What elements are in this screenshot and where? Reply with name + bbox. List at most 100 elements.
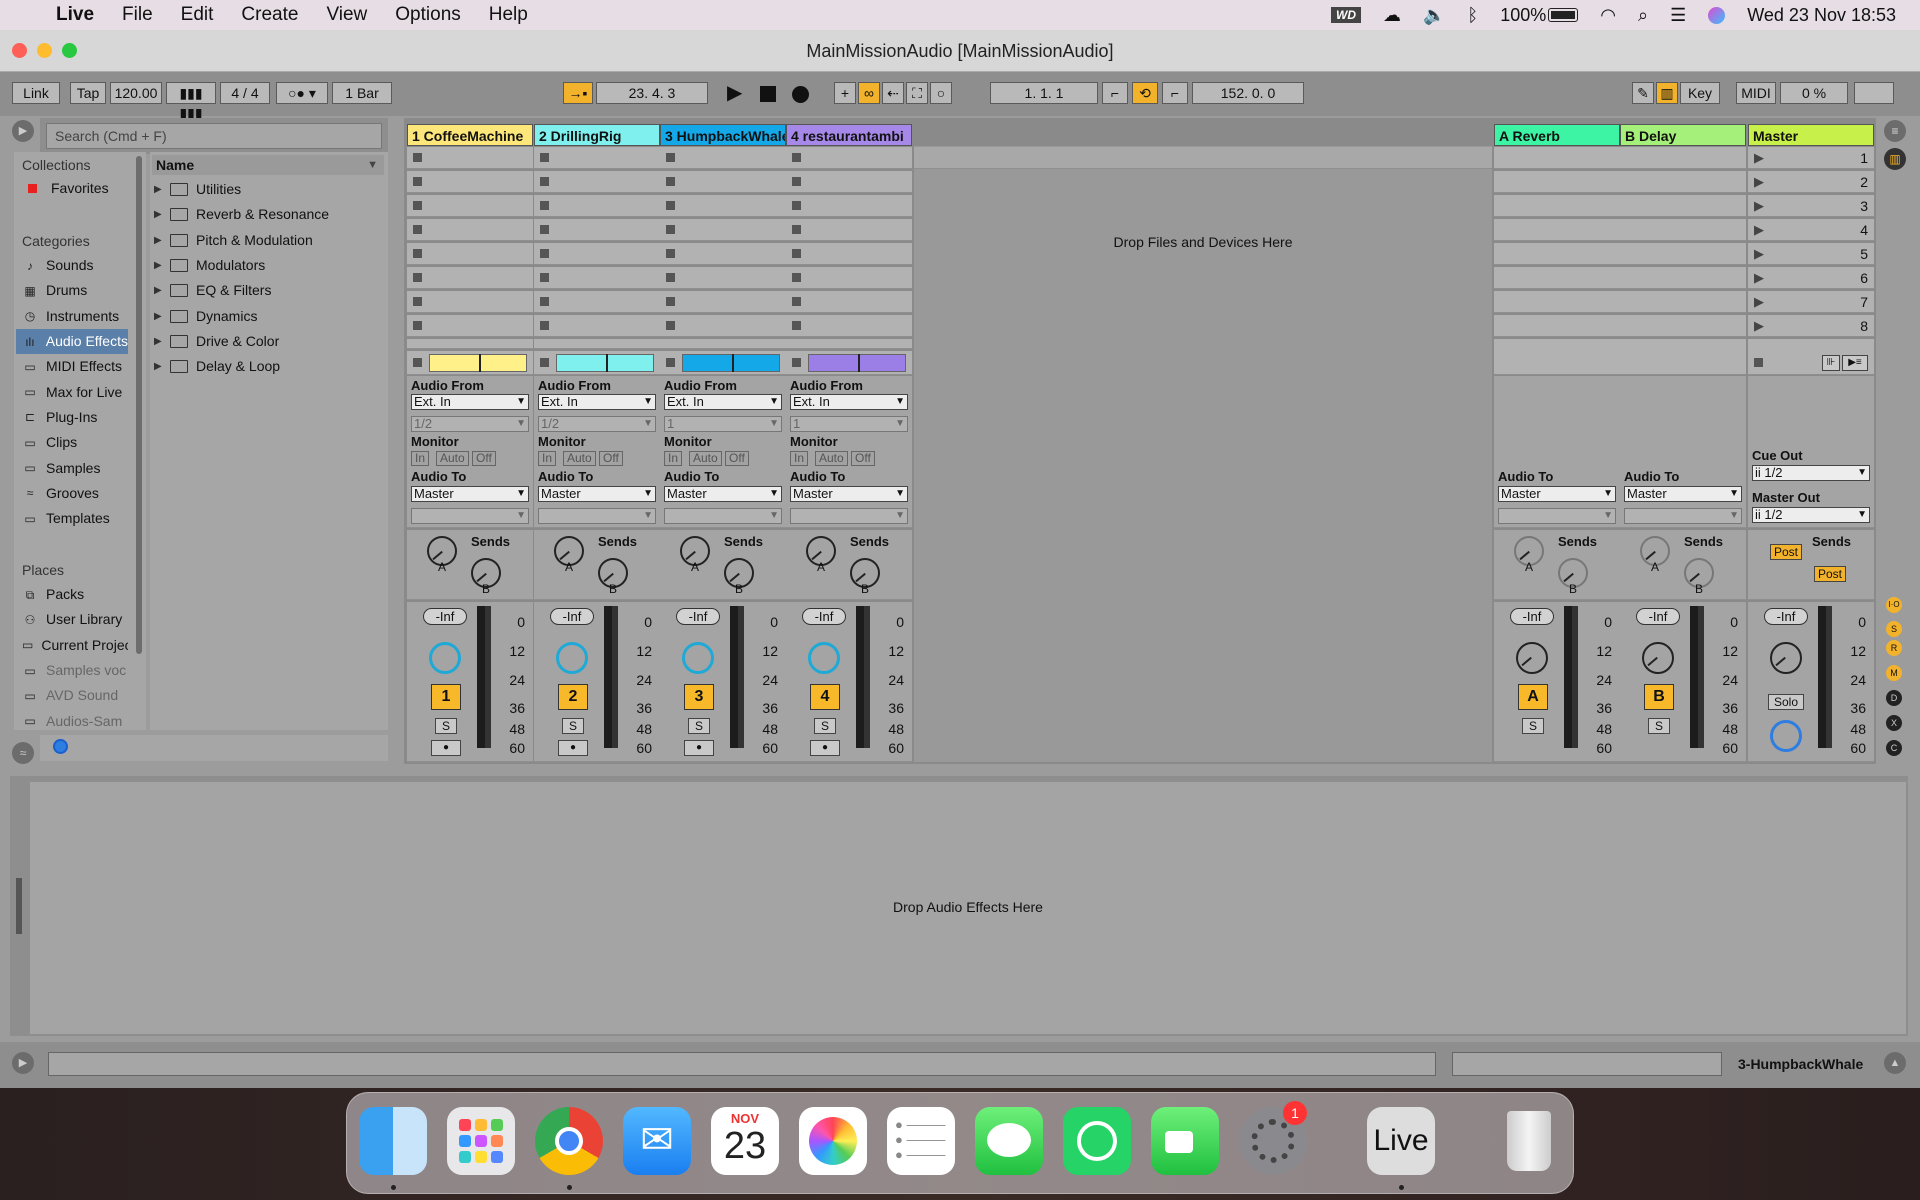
clip-stop-icon[interactable] xyxy=(792,225,801,234)
cue-volume-knob[interactable] xyxy=(1770,720,1802,752)
expand-arrow-icon[interactable]: ▶ xyxy=(154,177,164,202)
master-track-header[interactable]: Master xyxy=(1748,124,1874,146)
post-button-b[interactable]: Post xyxy=(1814,566,1846,582)
clip-stop-icon[interactable] xyxy=(666,225,675,234)
place-item[interactable]: ▭ AVD Sound xyxy=(16,683,128,708)
clip-slot[interactable] xyxy=(534,267,660,289)
clip-stop-icon[interactable] xyxy=(413,273,422,282)
clip-stop-icon[interactable] xyxy=(540,249,549,258)
clip-slot[interactable] xyxy=(407,315,533,337)
sends-icon[interactable]: S xyxy=(1886,621,1902,637)
clip-slot[interactable] xyxy=(786,267,912,289)
clip-slot[interactable] xyxy=(534,315,660,337)
clip-slot[interactable] xyxy=(660,195,786,217)
key-map-button[interactable]: ▥ xyxy=(1656,82,1678,104)
clip-stop-icon[interactable] xyxy=(792,249,801,258)
scene-launch-icon[interactable]: ▶ xyxy=(1754,222,1764,238)
output-channel-select[interactable] xyxy=(1498,508,1616,524)
output-channel-select[interactable] xyxy=(790,508,908,524)
clip-slot[interactable] xyxy=(786,171,912,193)
track-header[interactable]: 4 restaurantambi xyxy=(786,124,912,146)
clip-slot[interactable] xyxy=(786,195,912,217)
menu-help[interactable]: Help xyxy=(475,4,542,26)
place-item[interactable]: ⚇ User Library xyxy=(16,607,128,632)
clip-slot[interactable] xyxy=(660,147,786,169)
clip-slot[interactable] xyxy=(534,171,660,193)
solo-button[interactable]: S xyxy=(688,718,710,734)
clip-slot[interactable] xyxy=(660,171,786,193)
monitor-in-button[interactable]: In xyxy=(790,451,809,466)
clip-slot[interactable] xyxy=(786,243,912,265)
cue-out-select[interactable]: ii 1/2 xyxy=(1752,465,1870,481)
arm-button[interactable]: ● xyxy=(684,740,714,756)
clip-slot[interactable] xyxy=(534,195,660,217)
scene-launch-icon[interactable]: ▶ xyxy=(1754,246,1764,262)
expand-arrow-icon[interactable]: ▶ xyxy=(154,202,164,227)
volume-icon[interactable]: 🔈 xyxy=(1423,5,1445,26)
return-activator-button[interactable]: A xyxy=(1518,684,1548,710)
mail-icon[interactable]: ✉ xyxy=(623,1107,691,1175)
show-hide-icon[interactable]: ≡ xyxy=(1884,120,1906,142)
folder-row[interactable]: ▶ Drive & Color xyxy=(154,329,384,354)
back-to-arrangement-button[interactable]: ⇠ xyxy=(882,82,904,104)
menu-edit[interactable]: Edit xyxy=(167,4,228,26)
loop-length-field[interactable]: 152. 0. 0 xyxy=(1192,82,1304,104)
place-item[interactable]: ▭ Current Project xyxy=(16,633,128,658)
monitor-auto-button[interactable]: Auto xyxy=(563,451,596,466)
master-out-select[interactable]: ii 1/2 xyxy=(1752,507,1870,523)
clip-stop-icon[interactable] xyxy=(666,321,675,330)
place-item[interactable]: ⧉ Packs xyxy=(16,582,128,607)
stop-clips-icon[interactable] xyxy=(413,358,422,367)
track-header[interactable]: 3 HumpbackWhale xyxy=(660,124,786,146)
overdub-button[interactable]: + xyxy=(834,82,856,104)
input-channel-select[interactable]: 1/2 xyxy=(538,416,656,432)
facetime-icon[interactable] xyxy=(1151,1107,1219,1175)
metronome-button[interactable]: ○● ▾ xyxy=(276,82,328,104)
sidebar-item-templates[interactable]: ▭ Templates xyxy=(16,506,128,531)
arm-button[interactable]: ● xyxy=(810,740,840,756)
place-item[interactable]: ▭ Samples voc xyxy=(16,658,128,683)
io-icon[interactable]: I·O xyxy=(1886,597,1902,613)
sidebar-item-clips[interactable]: ▭ Clips xyxy=(16,430,128,455)
folder-row[interactable]: ▶ Delay & Loop xyxy=(154,354,384,379)
place-item[interactable]: ▭ Audios-Sam xyxy=(16,708,128,733)
wifi-icon[interactable]: ◠ xyxy=(1600,5,1616,26)
datetime[interactable]: Wed 23 Nov 18:53 xyxy=(1747,5,1896,26)
sidebar-item-samples[interactable]: ▭ Samples xyxy=(16,455,128,480)
clip-stop-icon[interactable] xyxy=(413,153,422,162)
track-activator-button[interactable]: 4 xyxy=(810,684,840,710)
sidebar-item-audio-effects[interactable]: ılı Audio Effects xyxy=(16,328,128,355)
detail-collapse-icon[interactable]: ▲ xyxy=(1884,1052,1906,1074)
clip-slot[interactable] xyxy=(660,315,786,337)
audio-to-select[interactable]: Master xyxy=(664,486,782,502)
clip-stop-icon[interactable] xyxy=(666,297,675,306)
clip-slot[interactable] xyxy=(534,339,660,349)
post-button-a[interactable]: Post xyxy=(1770,544,1802,560)
link-button[interactable]: Link xyxy=(12,82,60,104)
scene-list-button[interactable]: ▶≡ xyxy=(1842,355,1868,371)
stop-icon[interactable] xyxy=(760,86,776,102)
control-center-icon[interactable]: ☰ xyxy=(1670,5,1686,26)
loop-start-field[interactable]: 1. 1. 1 xyxy=(990,82,1098,104)
track-activator-button[interactable]: 1 xyxy=(431,684,461,710)
expand-arrow-icon[interactable]: ▶ xyxy=(154,329,164,354)
scene-launch-icon[interactable]: ▶ xyxy=(1754,270,1764,286)
punch-out-button[interactable]: ⌐ xyxy=(1162,82,1188,104)
pan-knob[interactable] xyxy=(556,642,588,674)
detail-toggle-icon[interactable]: ▶ xyxy=(12,1052,34,1074)
solo-button[interactable]: S xyxy=(1648,718,1670,734)
output-channel-select[interactable] xyxy=(538,508,656,524)
clip-slot[interactable] xyxy=(660,339,786,349)
tap-button[interactable]: Tap xyxy=(70,82,106,104)
folder-row[interactable]: ▶ Utilities xyxy=(154,177,384,202)
clip-stop-icon[interactable] xyxy=(666,273,675,282)
solo-button[interactable]: S xyxy=(814,718,836,734)
midi-button[interactable]: MIDI xyxy=(1736,82,1776,104)
audio-to-select[interactable]: Master xyxy=(1498,486,1616,502)
pan-knob[interactable] xyxy=(682,642,714,674)
monitor-auto-button[interactable]: Auto xyxy=(815,451,848,466)
folder-row[interactable]: ▶ Modulators xyxy=(154,253,384,278)
monitor-in-button[interactable]: In xyxy=(538,451,557,466)
audio-to-select[interactable]: Master xyxy=(538,486,656,502)
peak-level-display[interactable]: -Inf xyxy=(550,608,594,625)
